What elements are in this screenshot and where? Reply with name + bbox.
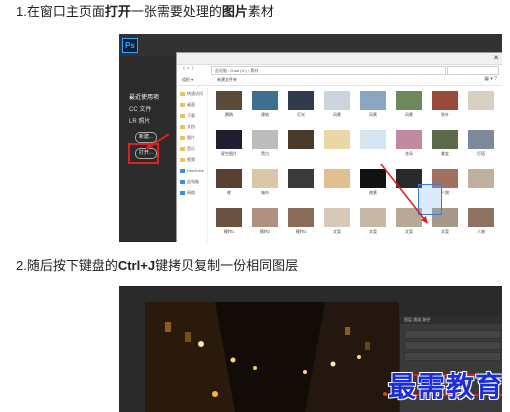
step-1-caption: 1.在窗口主页面打开一张需要处理的图片素材	[16, 4, 274, 20]
layers-blend-mode[interactable]	[404, 341, 501, 350]
arrow-to-open-head	[145, 142, 153, 150]
screenshot-photoshop-open: Ps 最近使用项 CC 文件 LR 照片 新建... 打开... ✕ ‹›↑ 此…	[119, 34, 502, 242]
pointer-arrows	[145, 133, 428, 224]
layers-kind-filter[interactable]	[404, 330, 501, 339]
step-1-bold: 打开	[104, 4, 131, 19]
watermark-logo: 最需教育	[388, 370, 505, 403]
layers-panel-tabs[interactable]: 图层 通道 路径	[400, 316, 502, 324]
layers-lock-row[interactable]	[404, 352, 501, 361]
step-2-prefix: 2.随后按下键盘的	[16, 258, 118, 273]
step-1-bold2: 图片	[221, 4, 248, 19]
arrow-to-file	[380, 163, 426, 221]
step-1-middle: 一张需要处理的	[130, 4, 222, 19]
step-1-prefix: 1.在窗口主页面	[16, 4, 105, 19]
step-1-suffix: 素材	[247, 4, 274, 19]
step-2-middle: 键拷贝复制一份相同图层	[155, 258, 299, 273]
step-2-bold: Ctrl+J	[117, 258, 156, 273]
night-street-photo	[145, 302, 399, 412]
step-2-caption: 2.随后按下键盘的Ctrl+J键拷贝复制一份相同图层	[16, 258, 298, 274]
arrow-to-open	[148, 133, 170, 148]
